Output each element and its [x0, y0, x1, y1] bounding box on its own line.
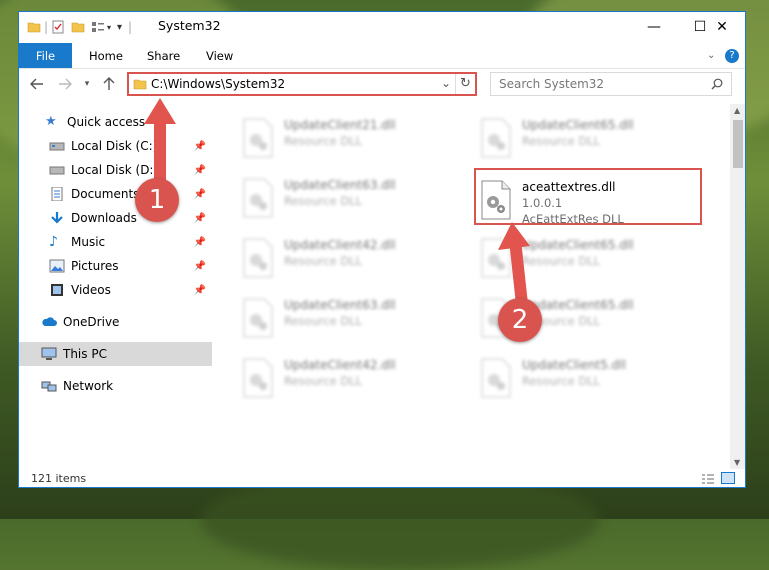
callout-badge-2: 2 [498, 298, 542, 342]
callout-arrows [144, 98, 530, 305]
arrow-2 [498, 222, 530, 305]
arrow-1 [144, 98, 176, 180]
callout-badge-1: 1 [135, 178, 179, 222]
